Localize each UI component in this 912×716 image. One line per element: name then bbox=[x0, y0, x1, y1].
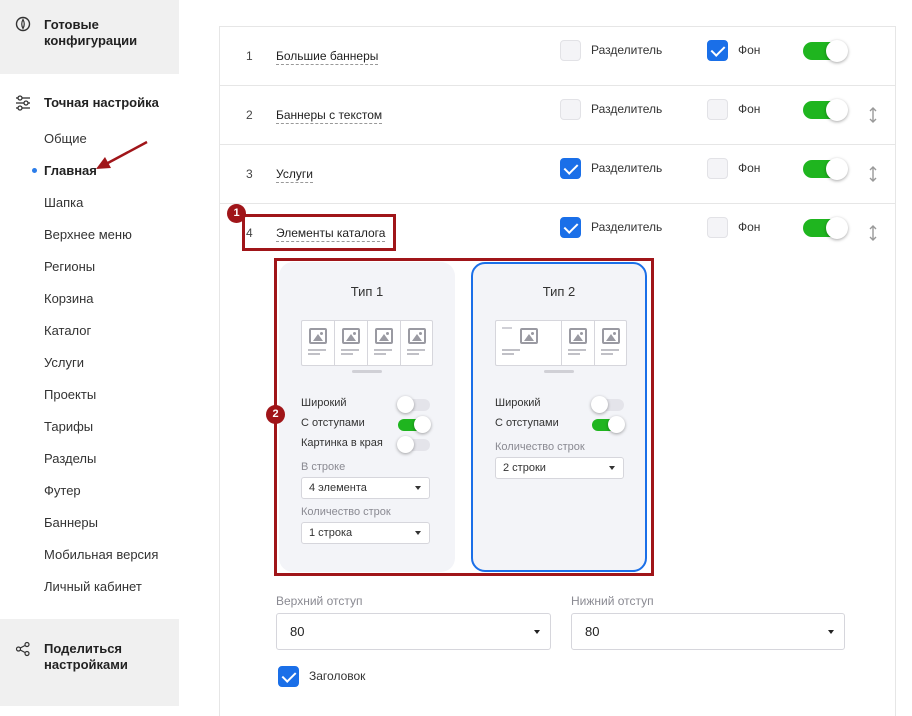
active-dot-icon bbox=[32, 168, 37, 173]
share-settings-block[interactable]: Поделиться настройками bbox=[0, 619, 179, 706]
sidebar-item-catalog[interactable]: Каталог bbox=[44, 323, 91, 338]
annotation-box-2 bbox=[274, 258, 654, 576]
sliders-icon bbox=[16, 95, 30, 111]
background-checkbox[interactable] bbox=[707, 158, 728, 179]
sidebar-item-footer[interactable]: Футер bbox=[44, 483, 81, 498]
caret-down-icon bbox=[828, 630, 834, 634]
heading-label: Заголовок bbox=[309, 669, 366, 683]
background-label: Фон bbox=[738, 161, 761, 175]
sidebar-item-main[interactable]: Главная bbox=[44, 163, 97, 178]
top-margin-value: 80 bbox=[290, 624, 305, 639]
row-enable-toggle[interactable] bbox=[803, 40, 848, 62]
sidebar-item-regions[interactable]: Регионы bbox=[44, 259, 95, 274]
annotation-box-1 bbox=[242, 214, 396, 251]
ready-configs-block[interactable]: Готовые конфигурации bbox=[0, 0, 179, 74]
drag-handle-icon[interactable] bbox=[868, 106, 878, 124]
sidebar-item-banners[interactable]: Баннеры bbox=[44, 515, 98, 530]
divider-label: Разделитель bbox=[591, 220, 663, 234]
fine-tuning-title[interactable]: Точная настройка bbox=[44, 95, 159, 111]
drag-handle-icon[interactable] bbox=[868, 224, 878, 242]
sidebar-item-top-menu[interactable]: Верхнее меню bbox=[44, 227, 132, 242]
divider-label: Разделитель bbox=[591, 43, 663, 57]
background-label: Фон bbox=[738, 43, 761, 57]
divider-label: Разделитель bbox=[591, 102, 663, 116]
divider-checkbox[interactable] bbox=[560, 40, 581, 61]
row-divider bbox=[219, 144, 896, 145]
row-name-services[interactable]: Услуги bbox=[276, 167, 313, 183]
bottom-margin-select[interactable]: 80 bbox=[571, 613, 845, 650]
palette-icon bbox=[15, 16, 31, 32]
divider-checkbox[interactable] bbox=[560, 99, 581, 120]
row-name-big-banners[interactable]: Большие баннеры bbox=[276, 49, 379, 65]
top-margin-label: Верхний отступ bbox=[276, 594, 363, 608]
ready-configs-label: Готовые конфигурации bbox=[44, 17, 138, 48]
background-checkbox[interactable] bbox=[707, 40, 728, 61]
row-enable-toggle[interactable] bbox=[803, 99, 848, 121]
row-divider bbox=[219, 203, 896, 204]
sidebar-item-sections[interactable]: Разделы bbox=[44, 451, 96, 466]
bottom-margin-label: Нижний отступ bbox=[571, 594, 654, 608]
row-number: 2 bbox=[246, 108, 253, 122]
row-number: 1 bbox=[246, 49, 253, 63]
background-checkbox[interactable] bbox=[707, 99, 728, 120]
row-enable-toggle[interactable] bbox=[803, 158, 848, 180]
drag-handle-icon[interactable] bbox=[868, 165, 878, 183]
sidebar-item-account[interactable]: Личный кабинет bbox=[44, 579, 142, 594]
row-number: 3 bbox=[246, 167, 253, 181]
annotation-arrow-icon bbox=[96, 140, 148, 169]
divider-checkbox[interactable] bbox=[560, 217, 581, 238]
sidebar-item-general[interactable]: Общие bbox=[44, 131, 87, 146]
share-settings-label: Поделиться настройками bbox=[44, 641, 128, 672]
top-margin-select[interactable]: 80 bbox=[276, 613, 551, 650]
row-enable-toggle[interactable] bbox=[803, 217, 848, 239]
sidebar-item-projects[interactable]: Проекты bbox=[44, 387, 96, 402]
row-divider bbox=[219, 85, 896, 86]
background-label: Фон bbox=[738, 220, 761, 234]
sidebar-item-mobile[interactable]: Мобильная версия bbox=[44, 547, 158, 562]
share-icon bbox=[15, 641, 30, 657]
sidebar-item-cart[interactable]: Корзина bbox=[44, 291, 94, 306]
divider-checkbox[interactable] bbox=[560, 158, 581, 179]
heading-checkbox[interactable] bbox=[278, 666, 299, 687]
annotation-badge-1: 1 bbox=[227, 204, 246, 223]
caret-down-icon bbox=[534, 630, 540, 634]
bottom-margin-value: 80 bbox=[585, 624, 600, 639]
divider-label: Разделитель bbox=[591, 161, 663, 175]
sidebar-item-header[interactable]: Шапка bbox=[44, 195, 83, 210]
sidebar: Готовые конфигурации Точная настройка Об… bbox=[0, 0, 179, 706]
sidebar-item-services[interactable]: Услуги bbox=[44, 355, 84, 370]
background-label: Фон bbox=[738, 102, 761, 116]
row-name-text-banners[interactable]: Баннеры с текстом bbox=[276, 108, 383, 124]
sidebar-item-tariffs[interactable]: Тарифы bbox=[44, 419, 93, 434]
background-checkbox[interactable] bbox=[707, 217, 728, 238]
annotation-badge-2: 2 bbox=[266, 405, 285, 424]
